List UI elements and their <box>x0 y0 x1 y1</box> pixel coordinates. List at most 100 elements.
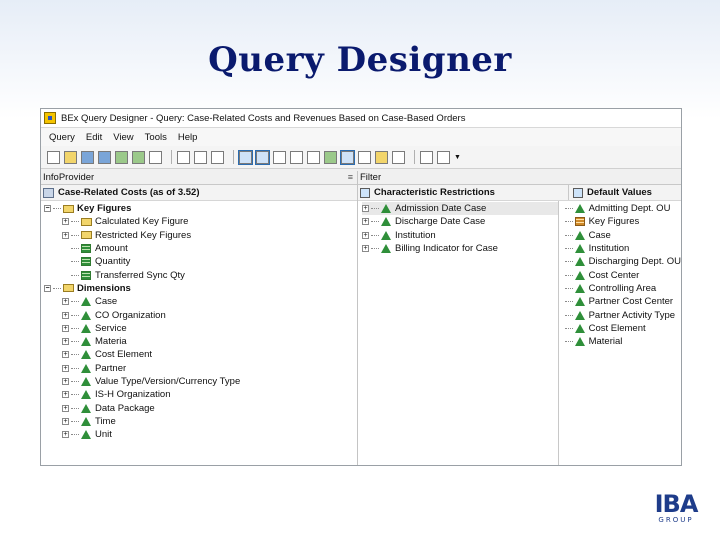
tree-folder-key-figures[interactable]: − Key Figures <box>44 202 357 215</box>
rows-columns-icon[interactable] <box>273 150 286 164</box>
collapse-icon[interactable]: − <box>44 284 51 292</box>
execute-icon[interactable] <box>115 150 128 164</box>
default-value-item[interactable]: Case <box>564 229 681 242</box>
copy-icon[interactable] <box>194 150 207 164</box>
restriction-item[interactable]: + Institution <box>362 229 558 242</box>
menu-tools[interactable]: Tools <box>145 132 167 143</box>
expand-icon[interactable]: + <box>362 231 369 239</box>
cut-icon[interactable] <box>177 150 190 164</box>
menu-edit[interactable]: Edit <box>86 132 102 143</box>
tree-item[interactable]: Amount <box>44 242 357 255</box>
dimension-icon <box>381 204 391 214</box>
expand-icon[interactable]: + <box>62 324 69 332</box>
default-value-item[interactable]: Institution <box>564 242 681 255</box>
default-value-label: Key Figures <box>588 216 640 228</box>
expand-icon[interactable]: + <box>62 378 69 385</box>
expand-icon[interactable]: + <box>62 338 69 346</box>
expand-icon[interactable]: + <box>62 351 69 359</box>
tasks-icon[interactable] <box>358 150 371 164</box>
tree-item[interactable]: + IS-H Organization <box>44 388 357 401</box>
tree-item[interactable]: + Partner <box>44 362 357 375</box>
expand-icon[interactable]: + <box>362 218 369 226</box>
expand-icon[interactable]: + <box>62 391 69 399</box>
tree-item[interactable]: + Cost Element <box>44 348 357 361</box>
default-value-label: Case <box>588 229 611 241</box>
tree-item[interactable]: + Data Package <box>44 401 357 414</box>
expand-icon[interactable]: + <box>62 231 69 239</box>
tree-item[interactable]: + Case <box>44 295 357 308</box>
save-icon[interactable] <box>81 150 94 164</box>
expand-icon[interactable]: + <box>62 364 69 372</box>
tree-item[interactable]: + Time <box>44 415 357 428</box>
tree-item[interactable]: + Restricted Key Figures <box>44 229 357 242</box>
tree-item[interactable]: + Value Type/Version/Currency Type <box>44 375 357 388</box>
new-query-icon[interactable] <box>47 150 60 164</box>
collapse-icon[interactable]: − <box>44 205 51 213</box>
toolbar-separator <box>233 150 234 164</box>
key-figure-icon <box>81 244 91 254</box>
chevron-down-icon[interactable]: ▼ <box>454 154 461 161</box>
tree-item[interactable]: Transferred Sync Qty <box>44 268 357 281</box>
default-value-item[interactable]: Key Figures <box>564 215 681 228</box>
menu-help[interactable]: Help <box>178 132 198 143</box>
tree-item[interactable]: + Calculated Key Figure <box>44 215 357 228</box>
default-value-item[interactable]: Cost Center <box>564 268 681 281</box>
tree-label: Restricted Key Figures <box>95 229 192 241</box>
tree-item[interactable]: + CO Organization <box>44 308 357 321</box>
dimension-icon <box>81 337 91 347</box>
dimension-icon <box>574 337 585 347</box>
tree-item[interactable]: + Unit <box>44 428 357 441</box>
messages-icon[interactable] <box>375 150 388 164</box>
check-query-icon[interactable] <box>132 150 145 164</box>
tree-folder-dimensions[interactable]: − Dimensions <box>44 282 357 295</box>
restriction-item[interactable]: + Admission Date Case <box>362 202 558 216</box>
default-value-item[interactable]: Partner Activity Type <box>564 308 681 321</box>
expand-icon[interactable]: + <box>62 298 69 306</box>
expand-icon[interactable]: + <box>362 245 369 253</box>
properties-icon[interactable] <box>340 149 355 165</box>
default-value-item[interactable]: Discharging Dept. OU <box>564 255 681 268</box>
expand-icon[interactable]: + <box>62 404 69 412</box>
default-value-item[interactable]: Controlling Area <box>564 282 681 295</box>
cells-icon[interactable] <box>290 150 303 164</box>
expand-icon[interactable]: + <box>62 218 69 226</box>
tree-label: Unit <box>95 429 112 441</box>
documents-icon[interactable] <box>420 150 433 164</box>
dimension-icon <box>81 390 91 400</box>
tree-item[interactable]: + Service <box>44 322 357 335</box>
expand-icon[interactable]: + <box>362 205 369 213</box>
technical-name-icon[interactable] <box>437 150 450 164</box>
where-used-icon[interactable] <box>392 150 405 164</box>
tree-item[interactable]: Quantity <box>44 255 357 268</box>
menu-query[interactable]: Query <box>49 132 75 143</box>
expand-icon[interactable]: + <box>62 431 69 439</box>
infoprovider-icon <box>43 187 54 198</box>
default-value-label: Cost Center <box>588 269 640 281</box>
query-properties-icon[interactable] <box>149 150 162 164</box>
default-value-item[interactable]: Material <box>564 335 681 348</box>
open-query-icon[interactable] <box>64 150 77 164</box>
tree-item[interactable]: + Materia <box>44 335 357 348</box>
tree-label: Transferred Sync Qty <box>95 269 185 281</box>
menu-view[interactable]: View <box>113 132 133 143</box>
paste-icon[interactable] <box>211 150 224 164</box>
infoprovider-root[interactable]: Case-Related Costs (as of 3.52) ≡ <box>41 172 357 201</box>
expand-icon[interactable]: + <box>62 417 69 425</box>
default-value-item[interactable]: Cost Element <box>564 322 681 335</box>
tree-label: Quantity <box>95 256 131 268</box>
infoprovider-view-icon[interactable] <box>238 149 253 165</box>
infoprovider-root-label: Case-Related Costs (as of 3.52) <box>58 187 200 198</box>
pane-resize-icon[interactable]: ≡ <box>348 172 353 182</box>
filter-view-icon[interactable] <box>255 149 270 165</box>
characteristic-restrictions-header[interactable]: Characteristic Restrictions <box>360 185 569 200</box>
exceptions-icon[interactable] <box>324 150 337 164</box>
restriction-item[interactable]: + Discharge Date Case <box>362 215 558 228</box>
default-value-item[interactable]: Admitting Dept. OU <box>564 202 681 215</box>
conditions-icon[interactable] <box>307 150 320 164</box>
save-all-icon[interactable] <box>98 150 111 164</box>
default-value-item[interactable]: Partner Cost Center <box>564 295 681 308</box>
expand-icon[interactable]: + <box>62 311 69 319</box>
default-values-header[interactable]: Default Values <box>569 187 652 198</box>
window-titlebar[interactable]: BEx Query Designer - Query: Case-Related… <box>41 109 681 128</box>
restriction-item[interactable]: + Billing Indicator for Case <box>362 242 558 255</box>
